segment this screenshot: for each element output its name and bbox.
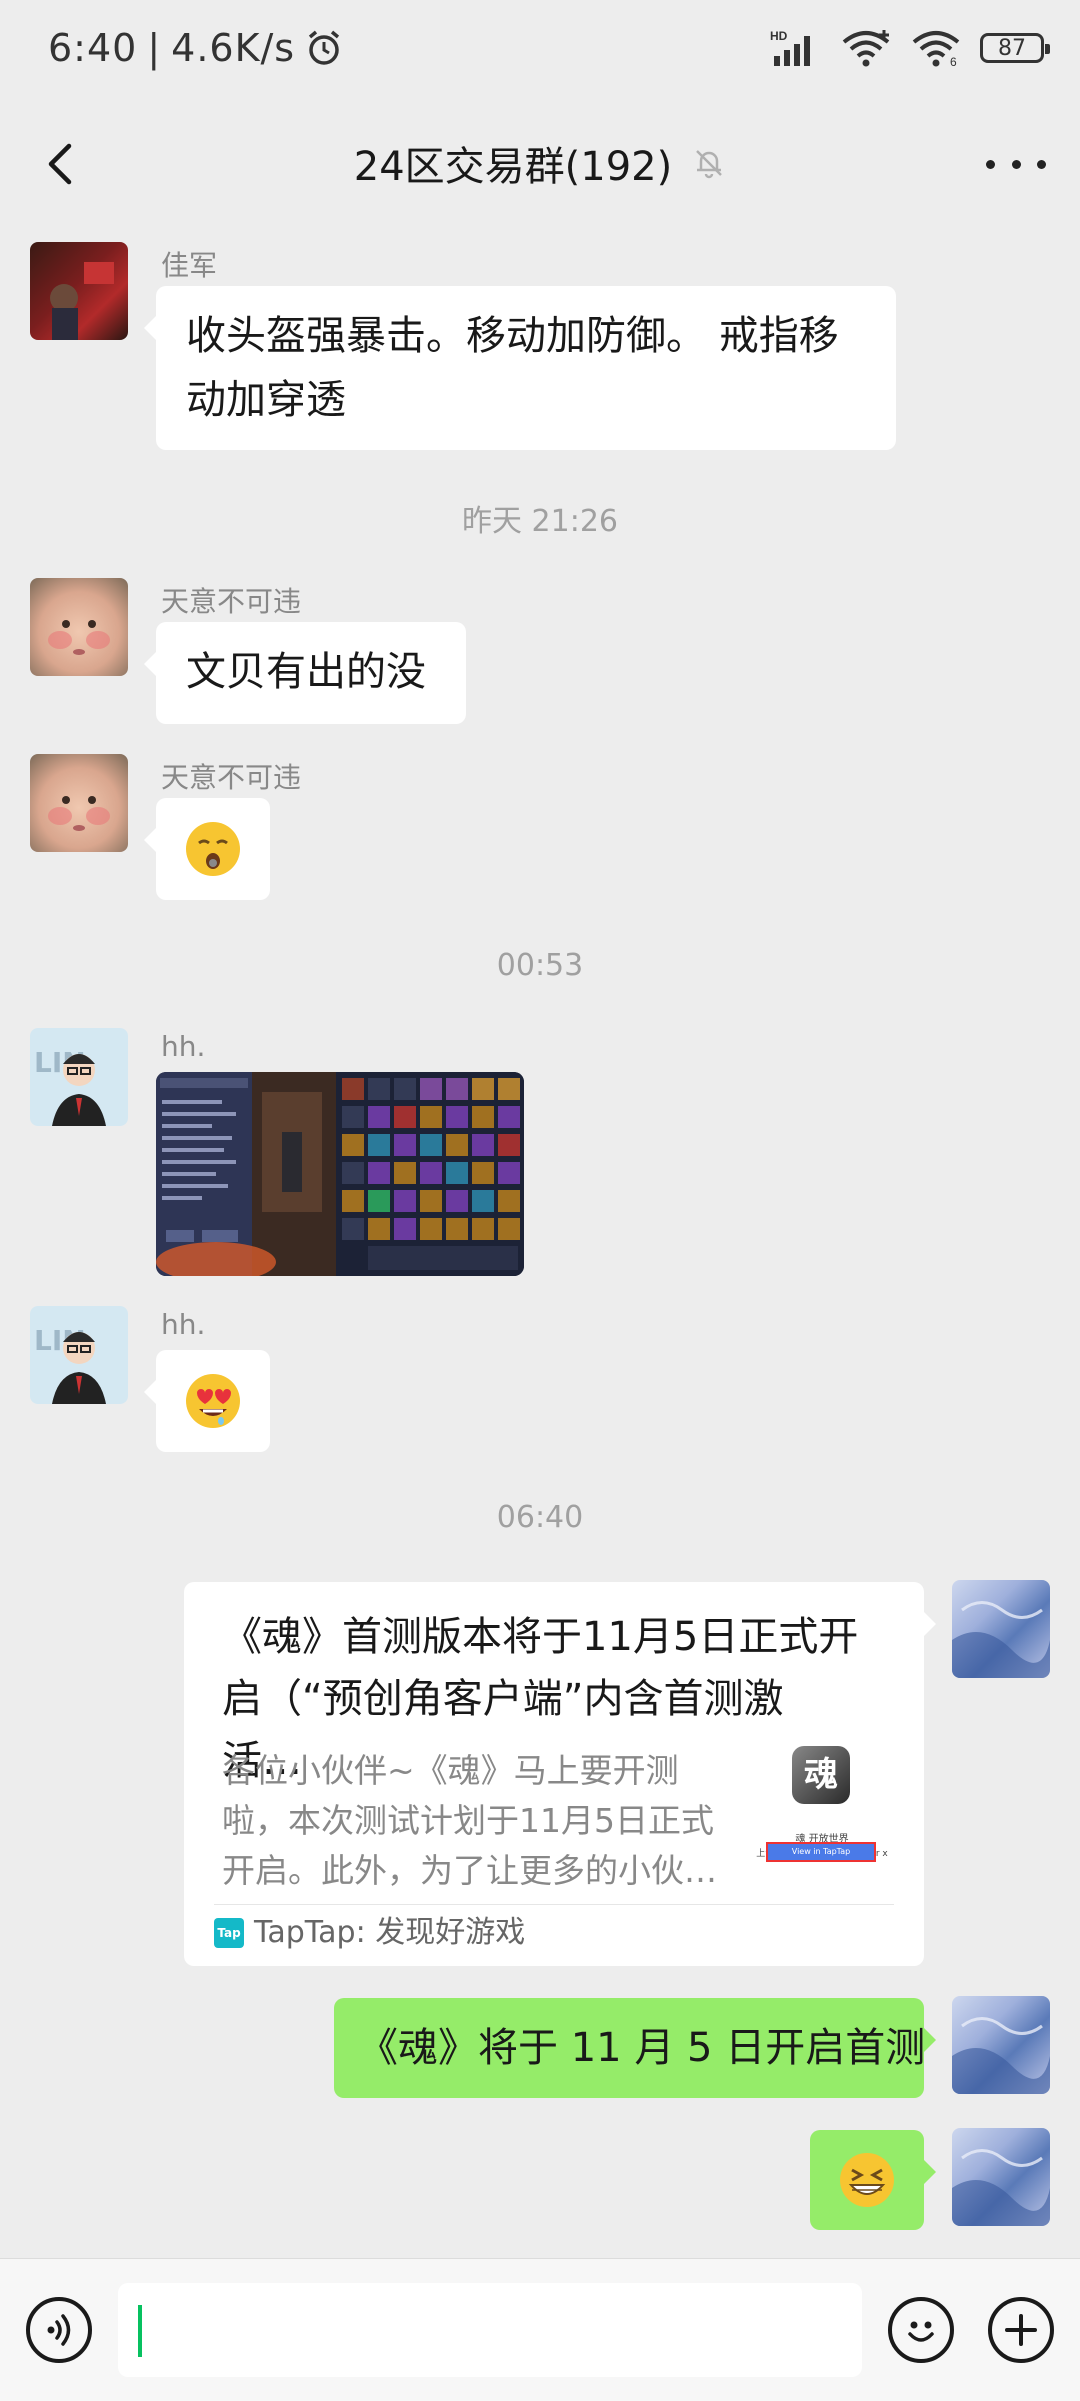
share-card-title-line: 《魂》首测版本将于11月5日正式开	[222, 1614, 859, 1660]
message-text-line: 动加穿透	[186, 377, 346, 423]
avatar[interactable]: LIN	[30, 1306, 128, 1404]
share-card[interactable]: 《魂》首测版本将于11月5日正式开 启（“预创角客户端”内含首测激活… 各位小伙…	[184, 1582, 936, 1966]
game-screenshot-image	[156, 1072, 524, 1276]
status-right: HD 6 87	[770, 28, 1050, 68]
my-avatar[interactable]	[952, 2128, 1050, 2226]
status-left: 6:40 | 4.6K/s	[48, 26, 343, 70]
my-avatar[interactable]	[952, 1996, 1050, 2094]
message-bubble[interactable]: 收头盔强暴击。移动加防御。 戒指移 动加穿透	[144, 286, 896, 450]
my-emoji-bubble[interactable]	[810, 2130, 936, 2230]
chat-title: 24区交易群(192)	[353, 144, 673, 190]
timestamp: 06:40	[496, 1500, 584, 1535]
timestamp: 昨天 21:26	[462, 504, 618, 539]
avatar[interactable]: LIN	[30, 1028, 128, 1126]
alarm-icon	[308, 30, 340, 65]
message-text-line: 收头盔强暴击。移动加防御。 戒指移	[186, 313, 839, 359]
message-bubble[interactable]: 文贝有出的没	[144, 622, 466, 724]
emoji-bubble[interactable]	[144, 1350, 270, 1452]
more-dot-icon	[986, 159, 995, 169]
smile-icon	[908, 2321, 934, 2342]
my-message-bubble[interactable]: 《魂》将于 11 月 5 日开启首测	[334, 1998, 936, 2098]
more-dot-icon	[1037, 159, 1046, 169]
more-functions-button[interactable]	[988, 2297, 1054, 2363]
mute-bell-icon	[696, 150, 723, 179]
share-card-desc-line: 啦，本次测试计划于11月5日正式	[222, 1801, 714, 1840]
message-input[interactable]	[118, 2283, 862, 2377]
heart-eyes-emoji-icon	[186, 1374, 240, 1428]
input-bar	[0, 2258, 1080, 2401]
avatar[interactable]	[30, 578, 128, 676]
sender-name: 天意不可违	[161, 761, 302, 794]
chat-header: 24区交易群(192)	[0, 104, 1080, 224]
game-logo-icon: 魂	[792, 1746, 850, 1804]
share-card-source: Tap TapTap: 发现好游戏	[214, 1904, 894, 1961]
timestamp: 00:53	[496, 948, 584, 983]
more-dot-icon	[1011, 159, 1021, 169]
more-button[interactable]	[986, 144, 1046, 184]
battery-level: 87	[998, 35, 1026, 61]
status-separator: |	[147, 26, 162, 70]
sender-name: hh.	[161, 1030, 206, 1063]
sender-name: hh.	[161, 1308, 206, 1341]
image-message[interactable]	[156, 1072, 524, 1276]
taptap-logo-icon: Tap	[214, 1918, 244, 1948]
plus-icon	[1005, 2314, 1037, 2346]
hushed-face-emoji-icon	[186, 822, 240, 876]
message-text: 文贝有出的没	[186, 649, 426, 695]
avatar[interactable]	[30, 242, 128, 340]
emoji-button[interactable]	[888, 2297, 954, 2363]
voice-icon	[47, 2314, 71, 2346]
emoji-bubble[interactable]	[144, 798, 270, 900]
wifi-6-label: 6	[950, 55, 957, 68]
share-card-desc: 各位小伙伴~《魂》马上要开测 啦，本次测试计划于11月5日正式 开启。此外，为了…	[222, 1746, 742, 1896]
share-card-thumbnail: 魂 魂 开放世界 上海网易互娱科技有限公司 for x View in TapT…	[756, 1742, 888, 1876]
avatar[interactable]	[30, 754, 128, 852]
share-card-desc-line: 开启。此外，为了让更多的小伙…	[222, 1851, 717, 1890]
share-card-source-text: TapTap: 发现好游戏	[254, 1915, 526, 1950]
voice-button[interactable]	[26, 2297, 92, 2363]
my-avatar[interactable]	[952, 1580, 1050, 1678]
wifi-icon	[842, 30, 890, 67]
status-net-speed: 4.6K/s	[171, 26, 296, 70]
hd-label: HD	[770, 29, 788, 43]
share-card-desc-line: 各位小伙伴~《魂》马上要开测	[222, 1751, 679, 1790]
signal-icon: HD	[770, 29, 810, 66]
wifi-6-icon: 6	[912, 31, 960, 68]
status-bar: 6:40 | 4.6K/s HD 6 87	[0, 0, 1080, 104]
battery-icon: 87	[980, 33, 1050, 63]
sender-name: 佳军	[161, 249, 218, 282]
sender-name: 天意不可违	[161, 585, 302, 618]
status-time: 6:40	[48, 26, 138, 70]
title-wrap: 24区交易群(192)	[0, 134, 1080, 192]
my-message-text: 《魂》将于 11 月 5 日开启首测	[358, 2025, 926, 2071]
text-cursor	[138, 2305, 142, 2357]
grinning-squinting-emoji-icon	[840, 2153, 894, 2207]
thumb-button: View in TapTap	[766, 1842, 876, 1862]
